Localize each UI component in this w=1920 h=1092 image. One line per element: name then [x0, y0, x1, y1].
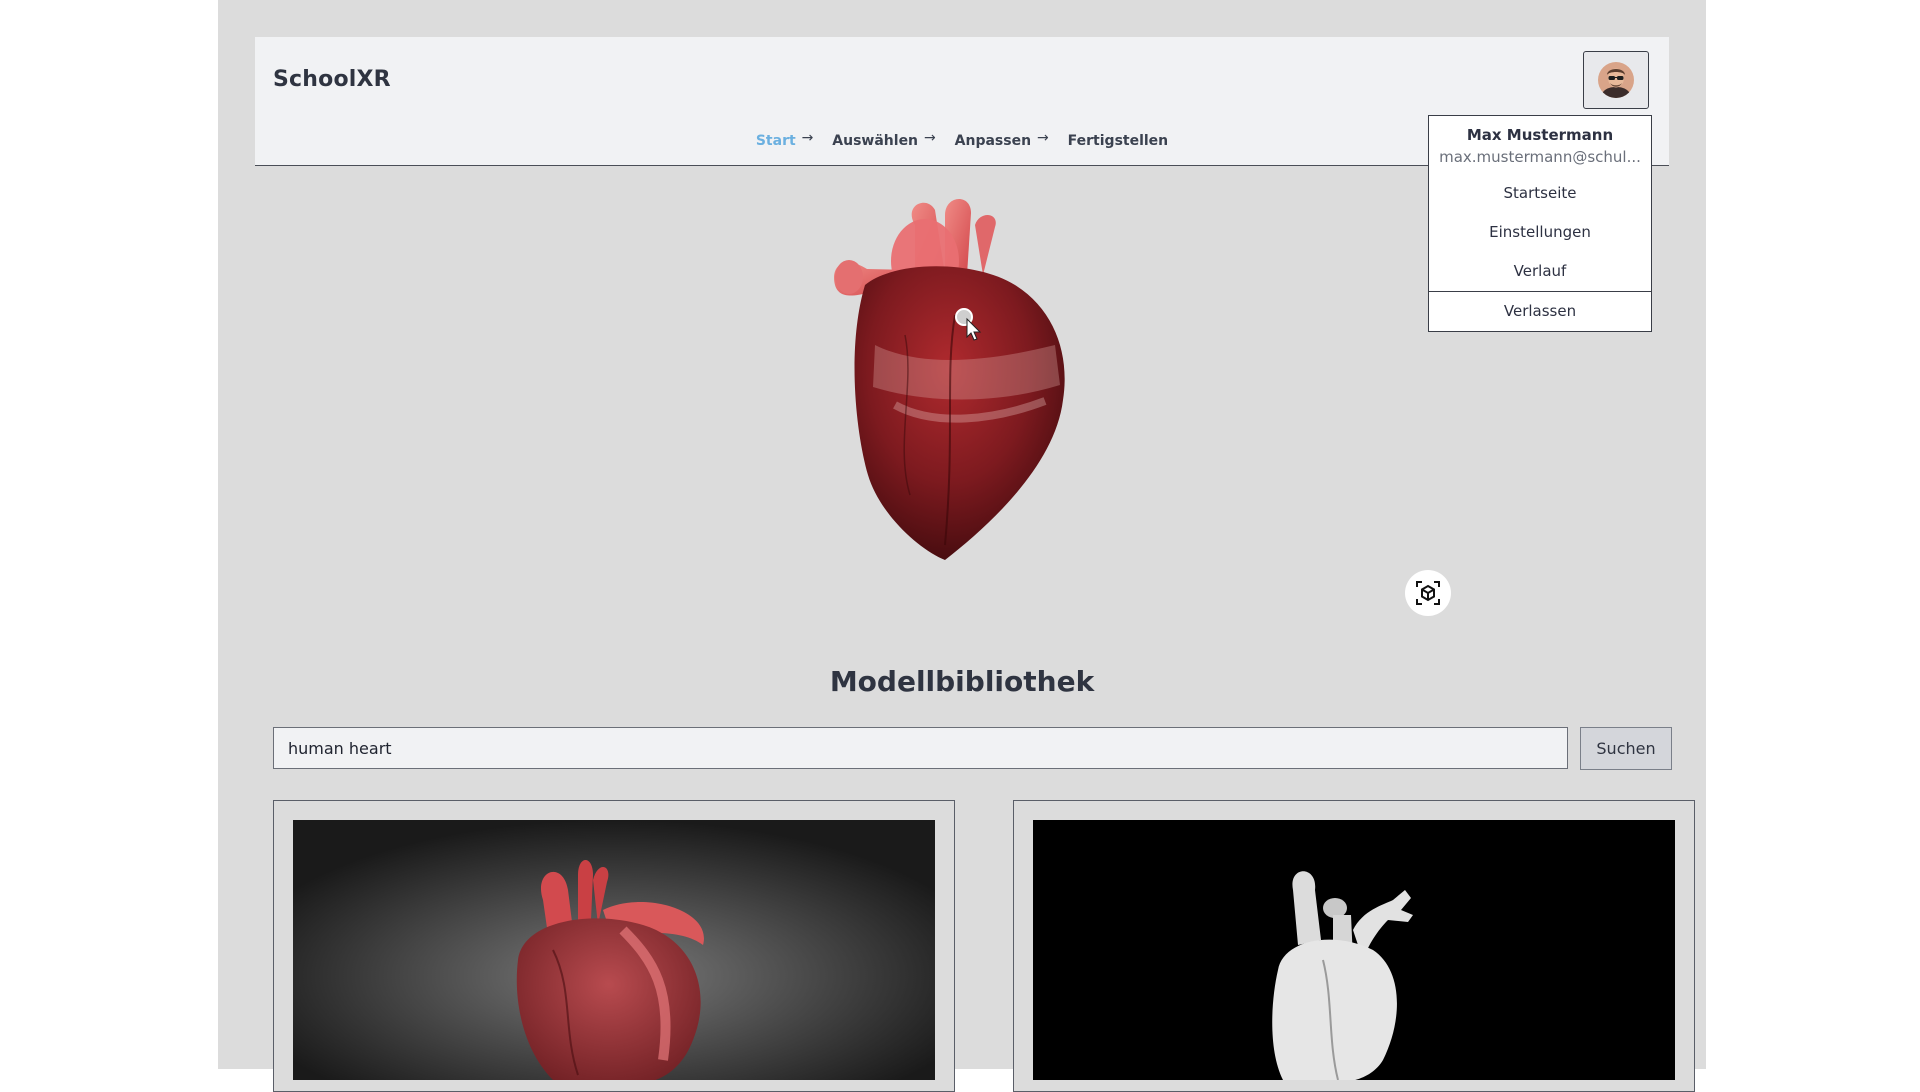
- step-arrow: →: [924, 130, 936, 146]
- user-dropdown-menu: Max Mustermann max.mustermann@schul... S…: [1428, 115, 1652, 332]
- step-arrow: →: [801, 130, 814, 146]
- heart-thumbnail-image: [293, 820, 935, 1080]
- search-input[interactable]: [273, 727, 1568, 769]
- step-anpassen[interactable]: Anpassen →: [954, 130, 1049, 149]
- ar-view-button[interactable]: [1405, 570, 1451, 616]
- search-row: Suchen: [273, 727, 1672, 771]
- user-email: max.mustermann@schul...: [1439, 148, 1641, 166]
- library-title: Modellbibliothek: [829, 665, 1095, 698]
- user-avatar-icon: [1598, 62, 1634, 98]
- step-auswaehlen[interactable]: Auswählen →: [832, 130, 936, 149]
- model-card-realistic-heart[interactable]: [273, 800, 955, 1092]
- model-card-white-heart[interactable]: [1013, 800, 1695, 1092]
- user-info: Max Mustermann max.mustermann@schul...: [1429, 116, 1651, 174]
- menu-item-startseite[interactable]: Startseite: [1429, 174, 1651, 213]
- user-avatar-button[interactable]: [1583, 51, 1649, 109]
- search-button[interactable]: Suchen: [1580, 727, 1672, 770]
- step-fertigstellen[interactable]: Fertigstellen: [1068, 133, 1169, 149]
- step-auswaehlen-label: Auswählen: [832, 133, 919, 149]
- heart-thumbnail-image: [1033, 820, 1675, 1080]
- menu-item-einstellungen[interactable]: Einstellungen: [1429, 213, 1651, 252]
- brand-logo-text[interactable]: SchoolXR: [273, 67, 391, 92]
- menu-item-verlauf[interactable]: Verlauf: [1429, 252, 1651, 291]
- step-fertigstellen-label: Fertigstellen: [1067, 133, 1169, 149]
- model-thumbnail: [293, 820, 935, 1080]
- user-name: Max Mustermann: [1466, 126, 1614, 144]
- menu-item-verlassen[interactable]: Verlassen: [1429, 292, 1651, 331]
- step-start[interactable]: Start →: [755, 130, 814, 149]
- model-thumbnail: [1033, 820, 1675, 1080]
- ar-cube-icon: [1416, 581, 1440, 605]
- step-anpassen-label: Anpassen: [954, 133, 1032, 149]
- step-arrow: →: [1037, 130, 1049, 146]
- step-start-label: Start: [755, 133, 796, 149]
